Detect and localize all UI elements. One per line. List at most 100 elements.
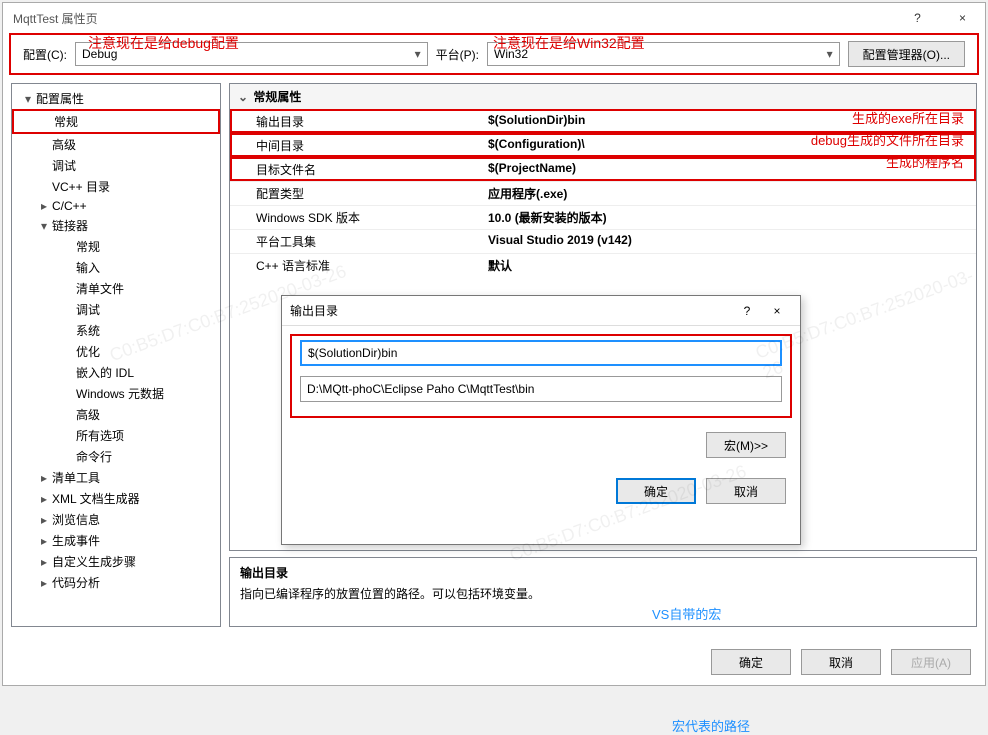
tree-label: 配置属性: [34, 92, 84, 106]
dialog-title: 输出目录: [290, 302, 732, 319]
tree-node[interactable]: ▸清单工具: [12, 467, 220, 488]
property-key: 中间目录: [230, 134, 480, 157]
tree-toggle-icon: ▸: [38, 555, 50, 569]
tree-label: XML 文档生成器: [50, 492, 140, 506]
dialog-help-button[interactable]: ?: [732, 304, 762, 318]
property-page-window: MqttTest 属性页 ? × 注意现在是给debug配置 注意现在是给Win…: [2, 2, 986, 686]
tree-node[interactable]: 所有选项: [12, 425, 220, 446]
property-key: 配置类型: [230, 182, 480, 205]
window-title: MqttTest 属性页: [13, 10, 98, 27]
grid-header[interactable]: ⌄ 常规属性: [230, 84, 976, 109]
tree-node[interactable]: 常规: [12, 236, 220, 257]
tree-label: VC++ 目录: [50, 180, 110, 194]
nav-tree[interactable]: ▾配置属性常规高级调试VC++ 目录▸C/C++▾链接器常规输入清单文件调试系统…: [11, 83, 221, 627]
platform-label: 平台(P):: [436, 46, 479, 63]
property-row[interactable]: 配置类型应用程序(.exe): [230, 181, 976, 205]
property-row[interactable]: C++ 语言标准默认: [230, 253, 976, 277]
tree-node[interactable]: VC++ 目录: [12, 176, 220, 197]
ok-button[interactable]: 确定: [711, 649, 791, 675]
desc-text: 指向已编译程序的放置位置的路径。可以包括环境变量。: [240, 585, 966, 602]
tree-toggle-icon: ▾: [38, 219, 50, 233]
tree-node[interactable]: ▸C/C++: [12, 197, 220, 215]
dialog-cancel-button[interactable]: 取消: [706, 478, 786, 504]
tree-node[interactable]: Windows 元数据: [12, 383, 220, 404]
cancel-button[interactable]: 取消: [801, 649, 881, 675]
tree-node[interactable]: 输入: [12, 257, 220, 278]
tree-node[interactable]: ▸自定义生成步骤: [12, 551, 220, 572]
tree-label: Windows 元数据: [74, 387, 164, 401]
tree-label: 浏览信息: [50, 513, 100, 527]
property-value: 应用程序(.exe): [480, 182, 976, 205]
grid-header-label: 常规属性: [253, 90, 301, 104]
desc-title: 输出目录: [240, 564, 966, 581]
output-dir-dialog: 输出目录 ? × VS自带的宏 $(SolutionDir)bin D:\MQt…: [281, 295, 801, 545]
tree-label: 高级: [74, 408, 100, 422]
tree-label: 自定义生成步骤: [50, 555, 136, 569]
macro-input[interactable]: $(SolutionDir)bin: [300, 340, 782, 366]
description-panel: 输出目录 指向已编译程序的放置位置的路径。可以包括环境变量。: [229, 557, 977, 627]
titlebar: MqttTest 属性页 ? ×: [3, 3, 985, 33]
dialog-close-button[interactable]: ×: [762, 304, 792, 318]
tree-label: 命令行: [74, 450, 112, 464]
tree-label: 常规: [52, 115, 78, 129]
tree-node[interactable]: 高级: [12, 134, 220, 155]
tree-label: 链接器: [50, 219, 88, 233]
property-row[interactable]: 平台工具集Visual Studio 2019 (v142): [230, 229, 976, 253]
tree-node[interactable]: ▸XML 文档生成器: [12, 488, 220, 509]
tree-node[interactable]: 清单文件: [12, 278, 220, 299]
tree-label: 常规: [74, 240, 100, 254]
footer-buttons: 确定 取消 应用(A): [711, 649, 971, 675]
tree-node[interactable]: ▸生成事件: [12, 530, 220, 551]
tree-node[interactable]: 高级: [12, 404, 220, 425]
tree-node[interactable]: 常规: [12, 109, 220, 134]
apply-button[interactable]: 应用(A): [891, 649, 971, 675]
tree-label: 系统: [74, 324, 100, 338]
tree-toggle-icon: ▾: [22, 92, 34, 106]
annotation-debug: 注意现在是给debug配置: [88, 33, 239, 53]
tree-node[interactable]: 调试: [12, 155, 220, 176]
tree-label: 生成事件: [50, 534, 100, 548]
tree-label: 高级: [50, 138, 76, 152]
tree-node[interactable]: 嵌入的 IDL: [12, 362, 220, 383]
tree-node[interactable]: ▾链接器: [12, 215, 220, 236]
macro-button[interactable]: 宏(M)>>: [706, 432, 786, 458]
property-key: 目标文件名: [230, 158, 480, 181]
property-value: 10.0 (最新安装的版本): [480, 206, 976, 229]
tree-node[interactable]: 命令行: [12, 446, 220, 467]
dialog-ok-button[interactable]: 确定: [616, 478, 696, 504]
annotation-vsmacro: VS自带的宏: [652, 604, 721, 623]
config-label: 配置(C):: [23, 46, 67, 63]
property-key: Windows SDK 版本: [230, 206, 480, 229]
annotation-macropath: 宏代表的路径: [672, 716, 750, 735]
tree-label: 清单工具: [50, 471, 100, 485]
tree-node[interactable]: 优化: [12, 341, 220, 362]
tree-label: 输入: [74, 261, 100, 275]
close-button[interactable]: ×: [940, 3, 985, 33]
annotation-exedir: 生成的exe所在目录: [852, 108, 964, 127]
tree-node[interactable]: 系统: [12, 320, 220, 341]
collapse-icon: ⌄: [238, 90, 250, 104]
tree-toggle-icon: ▸: [38, 576, 50, 590]
tree-label: 优化: [74, 345, 100, 359]
annotation-debugdir: debug生成的文件所在目录: [811, 130, 964, 149]
tree-node[interactable]: 调试: [12, 299, 220, 320]
tree-toggle-icon: ▸: [38, 534, 50, 548]
property-row[interactable]: Windows SDK 版本10.0 (最新安装的版本): [230, 205, 976, 229]
tree-toggle-icon: ▸: [38, 492, 50, 506]
tree-node[interactable]: ▸代码分析: [12, 572, 220, 593]
tree-label: 清单文件: [74, 282, 124, 296]
tree-label: 代码分析: [50, 576, 100, 590]
dialog-titlebar: 输出目录 ? ×: [282, 296, 800, 326]
property-row[interactable]: 目标文件名$(ProjectName): [230, 157, 976, 181]
annotation-win32: 注意现在是给Win32配置: [493, 33, 645, 53]
annotation-progname: 生成的程序名: [886, 152, 964, 171]
tree-node[interactable]: ▾配置属性: [12, 88, 220, 109]
property-value: 默认: [480, 254, 976, 277]
config-manager-button[interactable]: 配置管理器(O)...: [848, 41, 965, 67]
property-value: Visual Studio 2019 (v142): [480, 230, 976, 253]
tree-node[interactable]: ▸浏览信息: [12, 509, 220, 530]
tree-label: 调试: [74, 303, 100, 317]
help-button[interactable]: ?: [895, 3, 940, 33]
tree-label: 所有选项: [74, 429, 124, 443]
tree-label: 嵌入的 IDL: [74, 366, 134, 380]
